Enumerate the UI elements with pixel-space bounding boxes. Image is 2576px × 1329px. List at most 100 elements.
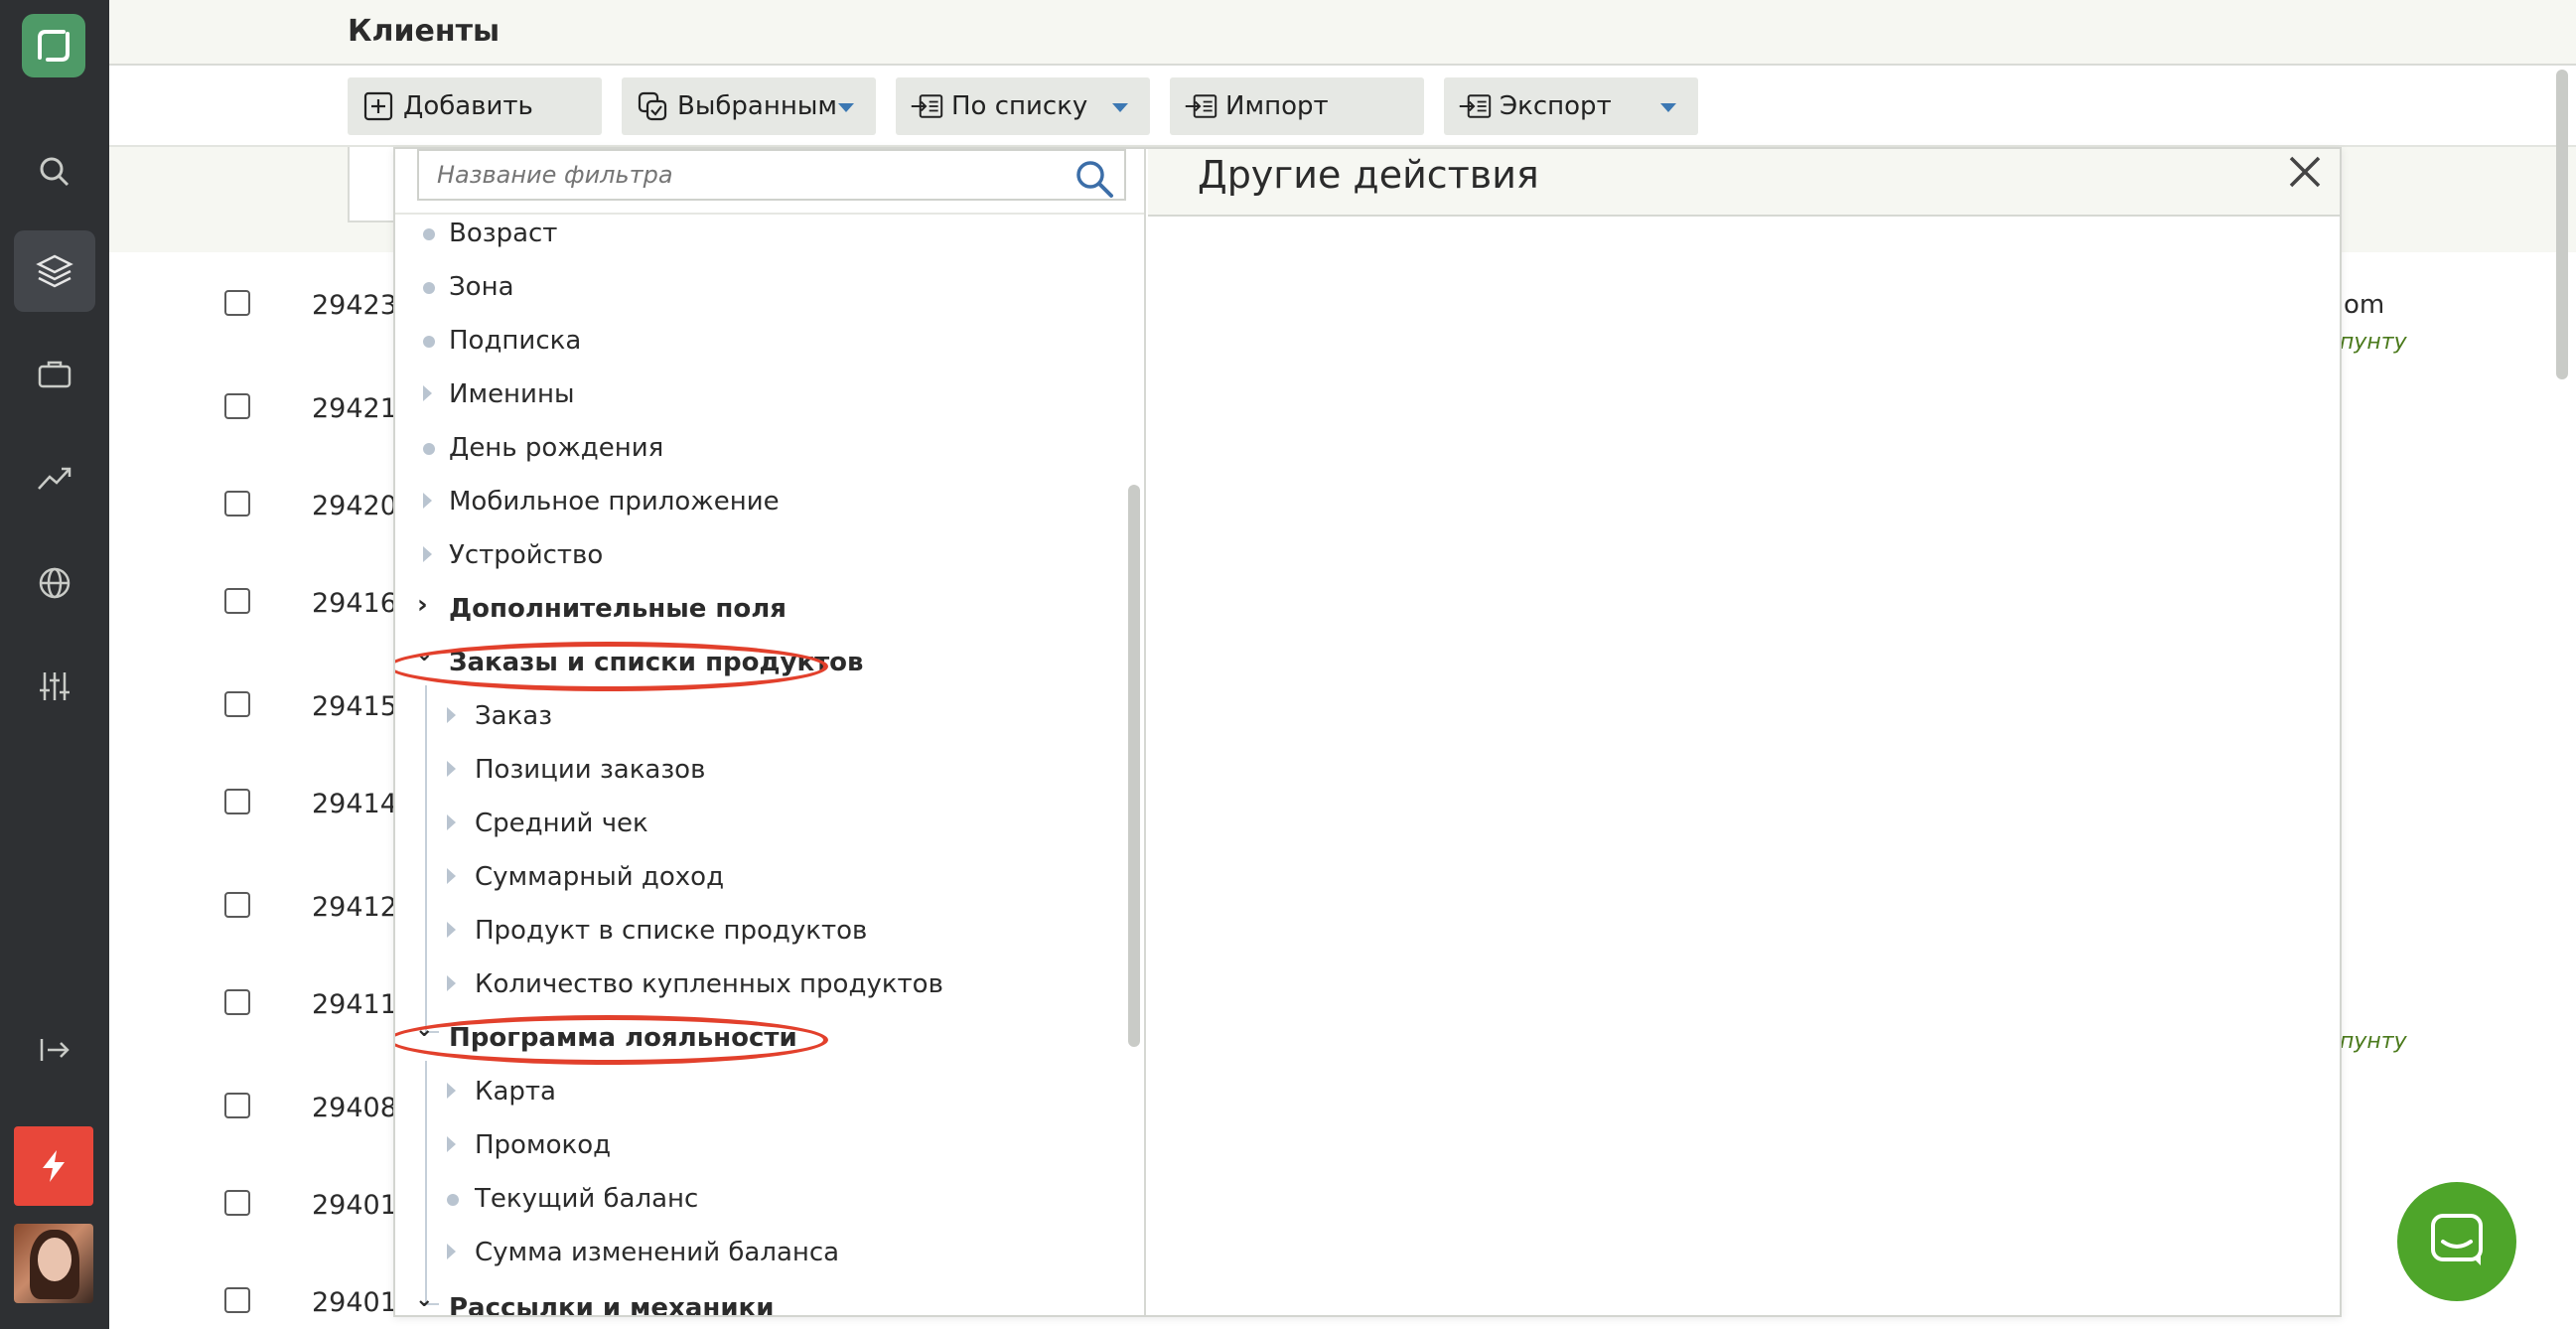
filter-group-extra-fields[interactable]: Дополнительные поля [449,594,787,624]
chevron-right-icon[interactable]: › [417,590,428,620]
tree-scrollbar[interactable] [1128,485,1140,1047]
filter-item-average-check[interactable]: Средний чек [475,809,648,838]
chevron-down-icon[interactable]: ⌄ [415,1287,433,1312]
filter-item-promocode[interactable]: Промокод [475,1130,611,1160]
expand-arrow-icon[interactable] [447,868,456,884]
page-header: Клиенты [109,0,2576,66]
chat-button[interactable] [2397,1182,2516,1301]
page-title: Клиенты [348,14,501,49]
selected-dropdown-label: Выбранным [677,91,837,121]
row-checkbox[interactable] [224,1190,250,1216]
filter-item-total-revenue[interactable]: Суммарный доход [475,862,724,892]
chevron-down-icon [1660,103,1676,112]
filter-group-mailings[interactable]: Рассылки и механики [449,1293,774,1315]
app-logo[interactable] [22,14,85,77]
filter-item-birthday[interactable]: День рождения [449,433,663,463]
row-checkbox[interactable] [224,892,250,918]
highlight-ellipse [395,1015,828,1065]
expand-arrow-icon[interactable] [423,385,432,401]
actions-panel-header: Другие действия [1148,149,2340,217]
row-checkbox[interactable] [224,691,250,717]
expand-arrow-icon[interactable] [447,975,456,991]
by-list-label: По списку [951,91,1088,121]
chat-icon [2427,1210,2487,1273]
by-list-dropdown[interactable]: По списку [896,77,1150,135]
filter-tree-panel: Возраст Зона Подписка Именины День рожде… [395,149,1146,1315]
filter-item-order-positions[interactable]: Позиции заказов [475,755,705,785]
left-sidebar [0,0,109,1329]
filter-item-order[interactable]: Заказ [475,701,552,731]
chevron-down-icon [838,103,854,112]
tree-line [425,1061,427,1305]
actions-panel: Другие действия [1148,149,2340,1315]
expand-arrow-icon[interactable] [447,1083,456,1099]
filter-search-input[interactable] [437,161,1033,189]
export-label: Экспорт [1500,91,1612,121]
expand-arrow-icon[interactable] [447,1244,456,1259]
globe-icon[interactable] [14,542,95,624]
trend-icon[interactable] [14,437,95,518]
expand-arrow-icon[interactable] [423,546,432,562]
filter-item-card[interactable]: Карта [475,1077,556,1107]
close-icon[interactable] [2282,149,2328,195]
filter-item-mobile-app[interactable]: Мобильное приложение [449,487,780,517]
filter-item-products-count[interactable]: Количество купленных продуктов [475,969,943,999]
sliders-icon[interactable] [14,646,95,727]
row-checkbox[interactable] [224,1093,250,1118]
search-icon[interactable] [1074,159,1114,203]
row-id: 29416 [312,588,397,619]
expand-arrow-icon[interactable] [447,814,456,830]
collapse-sidebar-icon[interactable] [14,1009,95,1091]
row-checkbox[interactable] [224,491,250,517]
add-button-label: Добавить [403,91,533,121]
add-button[interactable]: Добавить [348,77,602,135]
expand-arrow-icon[interactable] [447,922,456,938]
layers-icon[interactable] [14,230,95,312]
filter-search [417,149,1126,201]
filter-item-balance-changes[interactable]: Сумма изменений баланса [475,1238,839,1267]
row-checkbox[interactable] [224,989,250,1015]
chevron-down-icon [1112,103,1128,112]
row-id: 29420 [312,491,397,521]
avatar[interactable] [14,1224,93,1303]
search-icon[interactable] [14,131,95,213]
expand-arrow-icon[interactable] [447,707,456,723]
import-label: Импорт [1225,91,1329,121]
filter-item-product-in-list[interactable]: Продукт в списке продуктов [475,916,867,946]
page-scrollbar[interactable] [2556,70,2568,379]
expand-arrow-icon[interactable] [423,493,432,509]
tree-line [425,685,427,1033]
leaf-dot-icon [423,336,435,348]
export-icon [1458,89,1492,123]
actions-panel-title: Другие действия [1198,153,1539,197]
filter-modal: Возраст Зона Подписка Именины День рожде… [393,147,2342,1317]
filter-item-subscription[interactable]: Подписка [449,326,581,356]
row-checkbox[interactable] [224,588,250,614]
email-fragment: om [2344,290,2385,320]
row-checkbox[interactable] [224,1287,250,1313]
row-checkbox[interactable] [224,393,250,419]
row-checkbox[interactable] [224,290,250,316]
filter-item-age[interactable]: Возраст [449,219,557,248]
flash-icon[interactable] [14,1126,93,1206]
import-button[interactable]: Импорт [1170,77,1424,135]
copy-icon [636,89,669,123]
expand-arrow-icon[interactable] [447,1136,456,1152]
import-icon [1184,89,1217,123]
row-link[interactable]: пунту [2340,330,2407,355]
filter-item-current-balance[interactable]: Текущий баланс [475,1184,698,1214]
row-link[interactable]: пунту [2340,1029,2407,1054]
leaf-dot-icon [423,282,435,294]
filter-item-name-day[interactable]: Именины [449,379,574,409]
row-checkbox[interactable] [224,789,250,814]
briefcase-icon[interactable] [14,334,95,415]
export-dropdown[interactable]: Экспорт [1444,77,1698,135]
plus-square-icon [361,89,395,123]
filter-item-zone[interactable]: Зона [449,272,514,302]
filter-item-device[interactable]: Устройство [449,540,603,570]
selected-dropdown[interactable]: Выбранным [622,77,876,135]
expand-arrow-icon[interactable] [447,761,456,777]
leaf-dot-icon [423,228,435,240]
row-id: 29414 [312,789,397,819]
leaf-dot-icon [423,443,435,455]
